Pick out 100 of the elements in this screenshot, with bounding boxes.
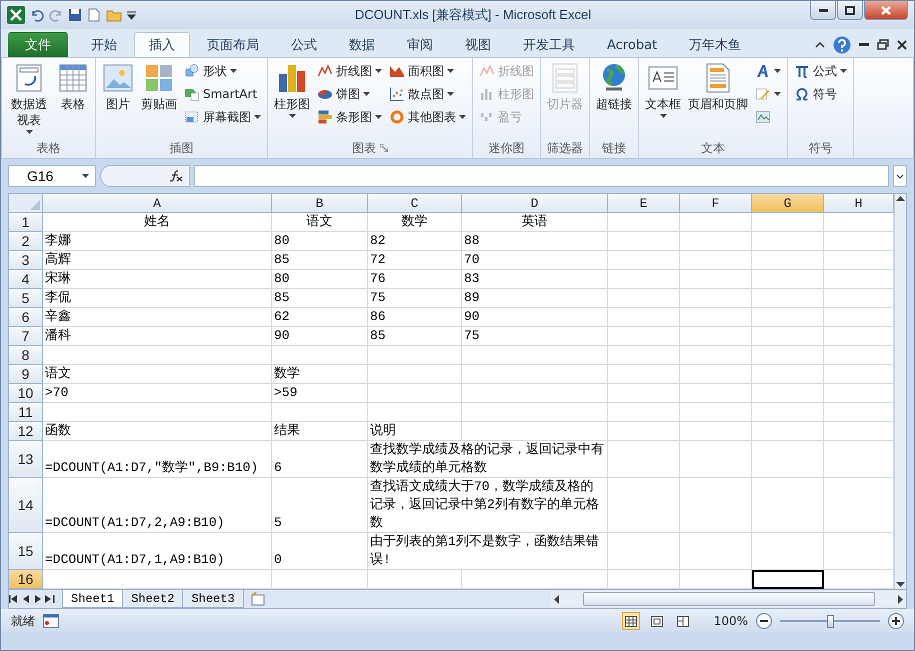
scroll-left-icon: [554, 594, 559, 604]
row-header[interactable]: 4: [9, 270, 43, 289]
ribbon-tab[interactable]: 开始: [76, 32, 132, 57]
column-header[interactable]: F: [680, 194, 752, 213]
table-grid-icon: [57, 62, 89, 94]
ribbon-button[interactable]: 屏幕截图: [182, 106, 263, 128]
row-header[interactable]: 8: [9, 346, 43, 365]
row-header[interactable]: 10: [9, 384, 43, 403]
view-button[interactable]: [622, 612, 640, 630]
table-cell: 6: [272, 441, 368, 478]
previous-sheet-icon: [23, 595, 29, 603]
ribbon-tab[interactable]: 审阅: [392, 32, 448, 57]
close-button[interactable]: [864, 1, 908, 20]
zoom-out-button[interactable]: [756, 613, 772, 629]
row-header[interactable]: 6: [9, 308, 43, 327]
column-header[interactable]: G: [752, 194, 824, 213]
table-cell: 说明: [368, 422, 462, 441]
table-cell: 5: [272, 478, 368, 533]
empty-cell: [752, 308, 824, 327]
zoom-in-button[interactable]: [888, 613, 904, 629]
ribbon-tab[interactable]: 开发工具: [508, 32, 590, 57]
ribbon-button[interactable]: 图片: [100, 60, 136, 138]
ribbon-tab[interactable]: 页面布局: [192, 32, 274, 57]
ribbon-button[interactable]: 其他图表: [387, 106, 468, 128]
row-header[interactable]: 13: [9, 441, 43, 478]
row-header[interactable]: 16: [9, 570, 43, 589]
vertical-scrollbar[interactable]: [894, 194, 906, 589]
row-header[interactable]: 12: [9, 422, 43, 441]
empty-cell: [752, 232, 824, 251]
sheet-tab[interactable]: Sheet3: [182, 590, 244, 608]
name-box[interactable]: G16: [8, 165, 96, 187]
sheet-tab[interactable]: Sheet1: [62, 590, 124, 608]
file-tab[interactable]: 文件: [8, 32, 68, 57]
ribbon-tab[interactable]: Acrobat: [592, 32, 672, 57]
ribbon-button[interactable]: 公式: [792, 60, 849, 82]
ribbon-button[interactable]: 折线图: [315, 60, 384, 82]
shapes-icon: [184, 63, 200, 79]
row-header[interactable]: 2: [9, 232, 43, 251]
page-layout-icon: [650, 616, 663, 626]
row-header[interactable]: 14: [9, 478, 43, 533]
next-sheet-icon: [35, 595, 41, 603]
table-cell: 语文: [272, 213, 368, 232]
row-header[interactable]: 9: [9, 365, 43, 384]
row-header[interactable]: 11: [9, 403, 43, 422]
ribbon-button[interactable]: 超链接: [594, 60, 634, 138]
empty-cell: [680, 384, 752, 403]
column-header[interactable]: E: [608, 194, 680, 213]
column-header[interactable]: D: [462, 194, 608, 213]
ribbon-button[interactable]: 柱形图: [272, 60, 312, 138]
ribbon-tab[interactable]: 公式: [276, 32, 332, 57]
zoom-slider-thumb[interactable]: [827, 614, 834, 628]
table-cell: 辛鑫: [43, 308, 272, 327]
restore-icon: [845, 6, 855, 14]
ribbon-button[interactable]: SmartArt: [182, 83, 263, 105]
empty-cell: [752, 533, 824, 570]
empty-cell: [752, 270, 824, 289]
function-button-area[interactable]: [100, 165, 190, 187]
empty-cell: [680, 478, 752, 533]
column-header[interactable]: H: [824, 194, 894, 213]
table-cell: >70: [43, 384, 272, 403]
table-cell: 76: [368, 270, 462, 289]
ribbon-button[interactable]: 数据透视表: [6, 60, 52, 138]
ribbon-tab[interactable]: 万年木鱼: [674, 32, 756, 57]
ribbon-button[interactable]: 饼图: [315, 83, 384, 105]
column-header[interactable]: B: [272, 194, 368, 213]
ribbon-button[interactable]: 剪贴画: [139, 60, 179, 138]
dialog-launcher-icon[interactable]: [380, 144, 388, 152]
ribbon-button[interactable]: 形状: [182, 60, 263, 82]
ribbon-button[interactable]: 面积图: [387, 60, 468, 82]
table-cell: 85: [272, 251, 368, 270]
ribbon-button[interactable]: 散点图: [387, 83, 468, 105]
formula-input[interactable]: [194, 165, 889, 187]
horizontal-scrollbar[interactable]: [551, 591, 906, 607]
zoom-percentage[interactable]: 100%: [714, 614, 748, 628]
row-header[interactable]: 7: [9, 327, 43, 346]
row-header[interactable]: 5: [9, 289, 43, 308]
minimize-button[interactable]: [810, 1, 836, 20]
ribbon-button[interactable]: 符号: [792, 83, 849, 105]
row-header[interactable]: 15: [9, 533, 43, 570]
row-header[interactable]: 3: [9, 251, 43, 270]
ribbon-button[interactable]: 表格: [55, 60, 91, 138]
ribbon-button[interactable]: 文本框: [643, 60, 683, 138]
table-cell: =DCOUNT(A1:D7,2,A9:B10): [43, 478, 272, 533]
column-header[interactable]: A: [43, 194, 272, 213]
sheet-tab[interactable]: Sheet2: [122, 590, 184, 608]
group-label: 插图: [170, 140, 194, 157]
empty-cell: [608, 346, 680, 365]
ribbon-tab[interactable]: 视图: [450, 32, 506, 57]
table-cell: 李娜: [43, 232, 272, 251]
restore-button[interactable]: [837, 1, 863, 20]
table-cell: 83: [462, 270, 608, 289]
ribbon-button[interactable]: 条形图: [315, 106, 384, 128]
row-header[interactable]: 1: [9, 213, 43, 232]
ribbon-button[interactable]: 页眉和页脚: [686, 60, 750, 138]
ribbon-tab[interactable]: 插入: [134, 32, 190, 57]
ribbon-tab[interactable]: 数据: [334, 32, 390, 57]
column-header[interactable]: C: [368, 194, 462, 213]
empty-cell: [752, 251, 824, 270]
empty-cell: [752, 213, 824, 232]
table-cell: 高辉: [43, 251, 272, 270]
